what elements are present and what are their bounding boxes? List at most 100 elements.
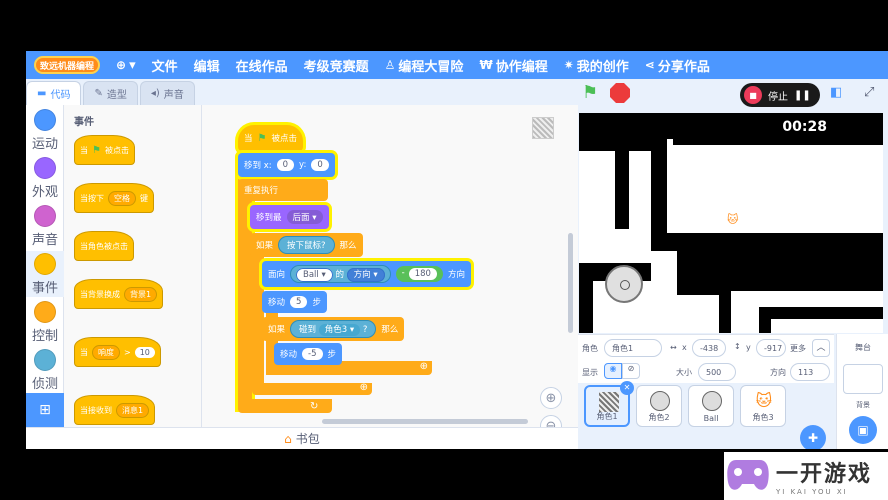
y-input[interactable]: -917 — [756, 339, 786, 357]
palette-block-sprite-clicked[interactable]: 当角色被点击 — [74, 231, 134, 261]
show-visible-toggle[interactable]: ◉ — [604, 363, 622, 379]
sprite-thumb-3[interactable]: 🐱 角色3 — [740, 385, 786, 427]
add-icon[interactable]: ⊕ — [360, 382, 368, 393]
palette-block-loudness[interactable]: 当响度 >10 — [74, 337, 161, 367]
menu-online-works[interactable]: 在线作品 — [236, 56, 288, 75]
script-move-steps[interactable]: 移动 5 步 — [262, 291, 327, 313]
small-stage-button[interactable]: ◧ — [830, 85, 842, 100]
key-dropdown[interactable]: 空格 — [108, 190, 136, 206]
script-move-back[interactable]: 移动 -5 步 — [274, 343, 343, 365]
x-value-field[interactable]: 0 — [276, 159, 295, 171]
category-events[interactable]: 事件 — [26, 251, 64, 297]
sprite-thumb-ball[interactable]: Ball — [688, 385, 734, 427]
app-logo[interactable]: 致远机器编程 — [34, 56, 100, 74]
add-backdrop-button[interactable]: ▣ — [849, 416, 877, 444]
stop-button[interactable] — [610, 83, 630, 103]
sprite-thumb-1[interactable]: 角色1 ✕ — [584, 381, 634, 427]
loudness-value-field[interactable]: 10 — [134, 346, 155, 358]
code-horizontal-scrollbar[interactable] — [322, 419, 528, 424]
stage-canvas[interactable]: 00:28 🐱 — [579, 113, 883, 333]
property-dropdown[interactable]: 方向 ▾ — [346, 268, 385, 282]
menu-adventure[interactable]: ♙ 编程大冒险 — [385, 56, 464, 75]
timer-bar: 00:28 — [579, 113, 883, 139]
script-if-mouse-down[interactable]: 如果 按下鼠标? 那么 — [250, 233, 363, 257]
add-icon[interactable]: ⊕ — [420, 361, 428, 372]
script-goto-xy[interactable]: 移到 x: 0 y: 0 — [238, 153, 335, 177]
cat-sprite[interactable]: 🐱 — [727, 213, 738, 226]
zoom-in-button[interactable]: ⊕ — [540, 387, 562, 409]
menu-edit[interactable]: 编辑 — [194, 56, 220, 75]
category-looks[interactable]: 外观 — [26, 157, 64, 200]
palette-block-key-pressed[interactable]: 当按下 空格键 — [74, 183, 154, 213]
zoom-out-button[interactable]: ⊖ — [540, 415, 562, 427]
stage-select-pane: 舞台 背景 ▣ — [836, 334, 888, 449]
maze-wall — [579, 263, 593, 333]
category-sound[interactable]: 声音 — [26, 205, 64, 248]
green-flag-icon: ⚑ — [92, 144, 101, 156]
direction-input[interactable]: 113 — [790, 363, 830, 381]
x-input[interactable]: -438 — [692, 339, 726, 357]
mouse-down-condition[interactable]: 按下鼠标? — [278, 236, 335, 254]
back-steps-field[interactable]: -5 — [302, 348, 323, 360]
watermark-subtitle: YI KAI YOU XI — [776, 488, 848, 496]
tab-sounds[interactable]: ◂) 声音 — [139, 81, 195, 105]
code-vertical-scrollbar[interactable] — [568, 233, 573, 333]
delete-sprite-button[interactable]: ✕ — [620, 381, 634, 395]
layer-dropdown[interactable]: 后面 ▾ — [286, 210, 323, 224]
if-block-end: ⊕ — [252, 382, 372, 395]
code-icon: ▬ — [37, 88, 47, 99]
hide-toggle[interactable]: ⊘ — [622, 363, 640, 379]
lightbulb-icon: ✷ — [563, 58, 574, 72]
palette-block-receive-message[interactable]: 当接收到 消息1 — [74, 395, 156, 425]
palette-block-flag-clicked[interactable]: 当 ⚑ 被点击 — [74, 135, 135, 165]
backpack-bar[interactable]: ⌂ 书包 — [26, 427, 578, 449]
sprite-dropdown[interactable]: Ball ▾ — [296, 268, 333, 282]
sprite-name-input[interactable]: 角色1 — [604, 339, 662, 357]
menu-collab[interactable]: ₩ 协作编程 — [479, 56, 547, 75]
script-go-to-layer[interactable]: 移到最 后面 ▾ — [250, 205, 329, 229]
loudness-dropdown[interactable]: 响度 — [92, 344, 120, 360]
script-point-in-direction[interactable]: 面向 Ball ▾ 的 方向 ▾ -180 方向 — [262, 261, 471, 287]
script-hat-flag-clicked[interactable]: 当 ⚑ 被点击 — [238, 125, 303, 151]
menu-file[interactable]: 文件 — [152, 56, 178, 75]
category-control[interactable]: 控制 — [26, 301, 64, 344]
timer-display: 00:28 — [782, 119, 827, 135]
language-menu[interactable]: ⊕ ▾ — [116, 58, 136, 73]
angle-value-field[interactable]: 180 — [408, 268, 437, 280]
menu-my-works[interactable]: ✷ 我的创作 — [564, 56, 629, 75]
collapse-button[interactable]: ︿ — [812, 339, 830, 357]
add-sprite-button[interactable]: ✚ — [800, 425, 826, 449]
steps-value-field[interactable]: 5 — [290, 296, 308, 308]
touch-target-dropdown[interactable]: 角色3 ▾ — [318, 324, 361, 336]
y-value-field[interactable]: 0 — [311, 159, 329, 171]
category-sensing[interactable]: 侦测 — [26, 349, 64, 392]
sprite-thumb-2[interactable]: 角色2 — [636, 385, 682, 427]
category-motion[interactable]: 运动 — [26, 109, 64, 152]
menu-exam-questions[interactable]: 考级竞赛题 — [304, 56, 369, 75]
subtract-operator[interactable]: -180 — [395, 266, 443, 282]
fullscreen-icon: ⤢ — [864, 85, 875, 100]
script-forever[interactable]: 重复执行 — [238, 179, 328, 201]
tab-costumes[interactable]: ✎ 造型 — [83, 81, 138, 105]
add-extension-button[interactable]: ⊞ — [26, 393, 64, 427]
ball-sprite[interactable] — [605, 265, 643, 303]
touching-condition[interactable]: 碰到 角色3 ▾ ? — [290, 320, 377, 338]
stage-thumbnail[interactable] — [843, 364, 883, 394]
fullscreen-button[interactable]: ⤢ — [864, 85, 874, 100]
green-flag-button[interactable]: ⚑ — [582, 83, 604, 103]
message-dropdown[interactable]: 消息1 — [116, 402, 150, 418]
editor-tabs: ▬ 代码 ✎ 造型 ◂) 声音 — [26, 81, 197, 105]
tab-code[interactable]: ▬ 代码 — [26, 81, 82, 105]
script-area: ⊕ ⊕ 当 ⚑ 被点击 移到 x: 0 y: 0 重复执行 移到最 后面 ▾ 如果 按下鼠标?… — [202, 105, 578, 427]
more-link[interactable]: 更多 — [790, 343, 806, 354]
script-if-touching[interactable]: 如果 碰到 角色3 ▾ ? 那么 — [262, 317, 405, 341]
of-block[interactable]: Ball ▾ 的 方向 ▾ — [290, 265, 391, 283]
menu-share[interactable]: ⋖ 分享作品 — [645, 56, 710, 75]
backdrop-dropdown[interactable]: 背景1 — [124, 286, 158, 302]
eye-icon: ◉ — [609, 364, 617, 373]
recording-indicator[interactable]: ■ 停止 ❚❚ — [740, 83, 820, 107]
qr-code-icon[interactable] — [532, 117, 554, 139]
palette-block-backdrop-switch[interactable]: 当背景换成 背景1 — [74, 279, 164, 309]
size-input[interactable]: 500 — [698, 363, 736, 381]
globe-icon: ⊕ — [116, 58, 127, 72]
